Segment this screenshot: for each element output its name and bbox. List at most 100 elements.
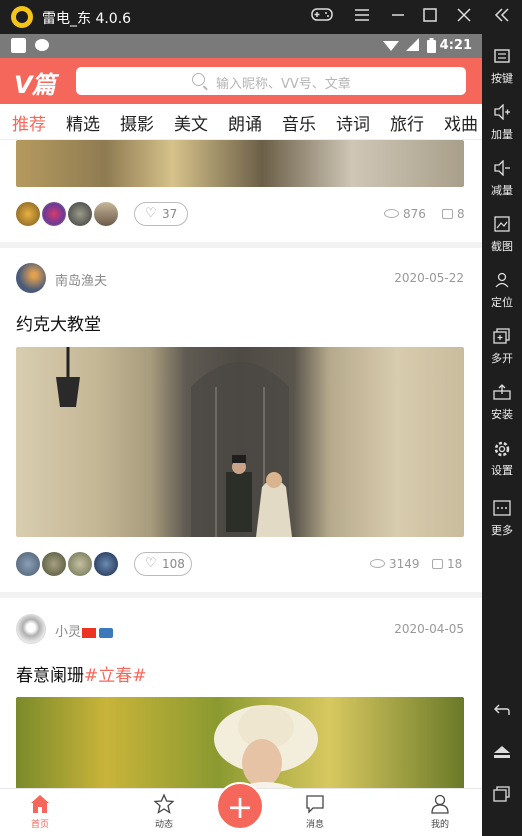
screenshot-button[interactable]: 截图 — [482, 216, 522, 254]
thumbnail-image[interactable] — [94, 552, 118, 576]
tab-travel[interactable]: 旅行 — [390, 110, 424, 135]
heart-icon: ♡ — [145, 206, 157, 221]
screenshot-label: 截图 — [491, 240, 513, 253]
nav-messages-label: 消息 — [305, 820, 324, 830]
volume-down-icon — [493, 159, 511, 177]
menu-icon[interactable] — [350, 6, 374, 28]
thumbnail-image[interactable] — [16, 202, 40, 226]
install-icon — [493, 384, 511, 400]
nav-home[interactable]: 首页 — [10, 794, 70, 830]
post-date: 2020-05-22 — [394, 271, 464, 285]
settings-button[interactable]: 设置 — [482, 440, 522, 478]
recents-button[interactable] — [482, 786, 522, 802]
search-input[interactable]: 输入昵称、VV号、文章 — [76, 67, 466, 95]
author-name[interactable]: 小灵 — [55, 621, 114, 640]
post-date: 2020-04-05 — [394, 622, 464, 636]
search-placeholder: 输入昵称、VV号、文章 — [216, 77, 351, 92]
tab-recommended[interactable]: 推荐 — [12, 110, 46, 135]
tab-opera[interactable]: 戏曲 — [444, 110, 478, 135]
keyboard-button[interactable]: 按键 — [482, 48, 522, 86]
nav-mine[interactable]: 我的 — [410, 794, 470, 830]
home-button[interactable] — [482, 744, 522, 760]
tab-featured[interactable]: 精选 — [66, 110, 100, 135]
post-thumbnails — [16, 552, 120, 576]
volume-down-button[interactable]: 减量 — [482, 159, 522, 198]
thumbnail-image[interactable] — [16, 552, 40, 576]
home-icon — [30, 794, 50, 814]
search-icon — [192, 73, 205, 86]
post-cover-image[interactable] — [16, 697, 464, 788]
brand-logo[interactable]: V篇 — [14, 65, 56, 100]
battery-icon — [427, 38, 436, 57]
post-title[interactable]: 约克大教堂 — [16, 310, 101, 335]
tab-music[interactable]: 音乐 — [282, 110, 316, 135]
notification-icon — [11, 38, 26, 53]
gamepad-icon[interactable] — [310, 6, 334, 28]
eye-icon — [384, 209, 399, 218]
home-icon — [493, 744, 511, 760]
camera-icon — [99, 627, 114, 638]
thumbnail-image[interactable] — [68, 202, 92, 226]
more-button[interactable]: 更多 — [482, 500, 522, 538]
location-icon — [493, 272, 511, 288]
android-statusbar: 4:21 — [0, 34, 482, 58]
like-count: 37 — [162, 207, 178, 221]
tab-photography[interactable]: 摄影 — [120, 110, 154, 135]
install-button[interactable]: 安装 — [482, 384, 522, 422]
more-icon — [493, 500, 511, 516]
star-icon — [153, 793, 175, 814]
cell-signal-icon — [406, 38, 420, 56]
tab-recitation[interactable]: 朗诵 — [228, 110, 262, 135]
avatar[interactable] — [16, 263, 46, 293]
back-icon — [493, 702, 511, 718]
post-cover-image[interactable] — [16, 140, 464, 187]
more-label: 更多 — [491, 524, 513, 537]
multi-instance-button[interactable]: 多开 — [482, 328, 522, 366]
location-button[interactable]: 定位 — [482, 272, 522, 310]
author-name[interactable]: 南岛渔夫 — [55, 270, 107, 289]
nav-mine-label: 我的 — [430, 820, 449, 830]
like-button[interactable]: ♡ 37 — [134, 202, 188, 226]
post-cover-image[interactable] — [16, 347, 464, 537]
create-post-button[interactable]: + — [216, 782, 264, 830]
like-button[interactable]: ♡ 108 — [134, 552, 192, 576]
user-icon — [430, 794, 450, 814]
nav-dynamic[interactable]: 动态 — [134, 793, 194, 830]
thumbnail-image[interactable] — [42, 552, 66, 576]
message-icon — [305, 794, 325, 814]
cathedral-illustration — [56, 347, 292, 537]
close-icon[interactable] — [452, 6, 476, 28]
thumbnail-image[interactable] — [68, 552, 92, 576]
settings-label: 设置 — [491, 464, 513, 477]
thumbnail-image[interactable] — [94, 202, 118, 226]
view-count-value: 3149 — [389, 557, 420, 571]
thumbnail-image[interactable] — [42, 202, 66, 226]
keyboard-icon — [493, 48, 511, 64]
tab-poetry[interactable]: 诗词 — [336, 110, 370, 135]
article-feed: ♡ 37 876 8 南岛渔夫 2020-05-22 约克大教堂 ♡ 108 3… — [0, 140, 482, 788]
multi-instance-icon — [493, 328, 511, 344]
comment-count[interactable]: 18 — [432, 557, 462, 571]
post-tag[interactable]: #立春# — [84, 666, 147, 686]
comment-count[interactable]: 8 — [442, 207, 465, 221]
volume-up-button[interactable]: 加量 — [482, 103, 522, 142]
minimize-icon[interactable] — [386, 6, 410, 28]
collapse-icon[interactable] — [490, 6, 514, 28]
maximize-icon[interactable] — [418, 6, 442, 28]
nav-dynamic-label: 动态 — [154, 820, 173, 830]
nav-messages[interactable]: 消息 — [285, 794, 345, 830]
recents-icon — [493, 786, 511, 802]
window-title: 雷电_东 4.0.6 — [42, 11, 132, 27]
post-title[interactable]: 春意阑珊#立春# — [16, 661, 147, 686]
tab-prose[interactable]: 美文 — [174, 110, 208, 135]
app-header: V篇 输入昵称、VV号、文章 — [0, 58, 482, 104]
install-label: 安装 — [491, 408, 513, 421]
multi-instance-label: 多开 — [491, 352, 513, 365]
eye-icon — [370, 559, 385, 568]
location-label: 定位 — [491, 296, 513, 309]
nav-home-label: 首页 — [30, 820, 49, 830]
plus-icon: + — [226, 788, 254, 826]
app-logo-icon — [11, 6, 33, 28]
avatar[interactable] — [16, 614, 46, 644]
back-button[interactable] — [482, 702, 522, 718]
